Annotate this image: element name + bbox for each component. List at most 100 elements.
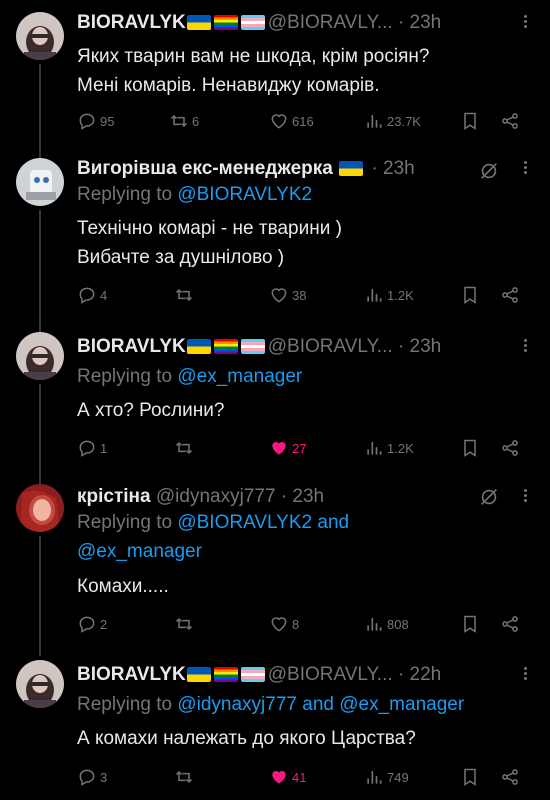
share-icon <box>502 769 518 785</box>
trans-flag-icon <box>240 667 265 682</box>
more-icon[interactable] <box>522 665 528 682</box>
action-bar: 4 38 1.2K <box>77 284 534 306</box>
reply-button[interactable]: 4 <box>77 284 107 306</box>
like-icon <box>272 442 286 455</box>
reply-button[interactable]: 95 <box>77 110 114 132</box>
display-name[interactable]: BIORAVLYK <box>77 12 186 33</box>
tweet-text: А комахи належать до якого Царства? <box>77 724 534 753</box>
reply-button[interactable]: 2 <box>77 613 107 635</box>
views-count: 1.2K <box>387 287 414 303</box>
avatar[interactable] <box>16 158 64 206</box>
retweet-button[interactable] <box>174 613 194 635</box>
retweet-button[interactable] <box>174 766 194 788</box>
replying-to-label: Replying to <box>77 366 173 387</box>
reply-icon <box>79 440 95 457</box>
more-icon[interactable] <box>522 337 528 354</box>
views-button[interactable]: 749 <box>364 766 409 788</box>
timestamp[interactable]: 23h <box>383 158 415 179</box>
action-bar: 1 27 1.2K <box>77 437 534 459</box>
like-button[interactable]: 616 <box>269 110 314 132</box>
pride-flag-icon <box>213 15 238 30</box>
retweet-button[interactable] <box>174 437 194 459</box>
avatar[interactable] <box>16 332 64 380</box>
tweet-text-line: Вибачте за душнілово ) <box>77 247 285 268</box>
views-button[interactable]: 23.7K <box>364 110 421 132</box>
replying-to: Replying to @BIORAVLYK2 and <box>77 508 349 538</box>
share-button[interactable] <box>500 766 520 788</box>
avatar[interactable] <box>16 12 64 60</box>
mention-link[interactable]: @ex_manager <box>177 366 302 387</box>
bookmark-button[interactable] <box>460 110 480 132</box>
more-icon[interactable] <box>522 159 528 176</box>
mention-conjunction: and <box>302 694 334 715</box>
action-bar: 95 6 616 23.7K <box>77 110 534 132</box>
mute-icon[interactable] <box>478 160 500 187</box>
display-name[interactable]: Вигорівша екс-менеджерка <box>77 158 333 179</box>
tweet-text-line: Яких тварин вам не шкода, крім росіян? <box>77 46 430 67</box>
tweet-header: BIORAVLYK @BIORAVLY... · 23h <box>77 332 534 362</box>
handle[interactable]: @idynaxyj777 <box>156 486 276 507</box>
views-button[interactable]: 1.2K <box>364 284 414 306</box>
reply-button[interactable]: 3 <box>77 766 107 788</box>
separator-dot: · <box>371 158 378 180</box>
bookmark-button[interactable] <box>460 613 480 635</box>
timestamp[interactable]: 22h <box>410 664 442 685</box>
handle[interactable]: @BIORAVLY... <box>268 664 393 685</box>
like-button[interactable]: 41 <box>269 766 306 788</box>
share-icon <box>502 440 518 456</box>
bookmark-button[interactable] <box>460 766 480 788</box>
bookmark-icon <box>464 112 476 130</box>
more-icon[interactable] <box>522 13 528 30</box>
views-button[interactable]: 1.2K <box>364 437 414 459</box>
timestamp[interactable]: 23h <box>410 12 442 33</box>
tweet[interactable]: крістіна @idynaxyj777 · 23h Replying to … <box>0 472 550 656</box>
display-name[interactable]: BIORAVLYK <box>77 336 186 357</box>
tweet[interactable]: Вигорівша екс-менеджерка · 23h Replying … <box>0 150 550 340</box>
more-icon[interactable] <box>522 487 528 504</box>
tweet-text: Комахи..... <box>77 572 534 601</box>
retweet-button[interactable] <box>174 284 194 306</box>
avatar[interactable] <box>16 484 64 532</box>
mute-icon[interactable] <box>478 486 500 513</box>
share-button[interactable] <box>500 437 520 459</box>
share-button[interactable] <box>500 613 520 635</box>
handle[interactable]: @BIORAVLY... <box>268 12 393 33</box>
reply-button[interactable]: 1 <box>77 437 107 459</box>
replying-to: Replying to @idynaxyj777 and @ex_manager <box>77 690 464 720</box>
bookmark-button[interactable] <box>460 437 480 459</box>
avatar[interactable] <box>16 660 64 708</box>
timestamp[interactable]: 23h <box>410 336 442 357</box>
share-button[interactable] <box>500 284 520 306</box>
ukraine-flag-icon <box>339 161 364 176</box>
views-button[interactable]: 808 <box>364 613 409 635</box>
mention-link[interactable]: @idynaxyj777 <box>177 694 297 715</box>
mention-link[interactable]: @BIORAVLYK2 <box>177 512 312 533</box>
separator-dot: · <box>397 664 405 686</box>
bookmark-button[interactable] <box>460 284 480 306</box>
replying-to: Replying to @BIORAVLYK2 <box>77 180 312 210</box>
like-button[interactable]: 27 <box>269 437 306 459</box>
share-icon <box>502 113 518 129</box>
flag-emojis <box>186 8 268 38</box>
pride-flag-icon <box>213 667 238 682</box>
like-button[interactable]: 8 <box>269 613 299 635</box>
retweet-button[interactable]: 6 <box>169 110 199 132</box>
like-icon <box>271 617 287 632</box>
mention-link[interactable]: @ex_manager <box>339 694 464 715</box>
share-button[interactable] <box>500 110 520 132</box>
tweet[interactable]: BIORAVLYK @BIORAVLY... · 22h Replying to… <box>0 652 550 800</box>
display-name[interactable]: крістіна <box>77 486 151 507</box>
tweet[interactable]: BIORAVLYK @BIORAVLY... · 23h Replying to… <box>0 320 550 484</box>
tweet[interactable]: BIORAVLYK @BIORAVLY... · 23h Яких тварин… <box>0 0 550 160</box>
handle[interactable]: @BIORAVLY... <box>268 336 393 357</box>
retweet-icon <box>175 617 193 631</box>
like-button[interactable]: 38 <box>269 284 306 306</box>
timestamp[interactable]: 23h <box>292 486 324 507</box>
mention-link[interactable]: @ex_manager <box>77 541 202 562</box>
bookmark-icon <box>464 439 476 457</box>
display-name[interactable]: BIORAVLYK <box>77 664 186 685</box>
retweet-icon <box>175 770 193 784</box>
separator-dot: · <box>397 336 405 358</box>
retweet-icon <box>175 288 193 302</box>
mention-link[interactable]: @BIORAVLYK2 <box>177 184 312 205</box>
